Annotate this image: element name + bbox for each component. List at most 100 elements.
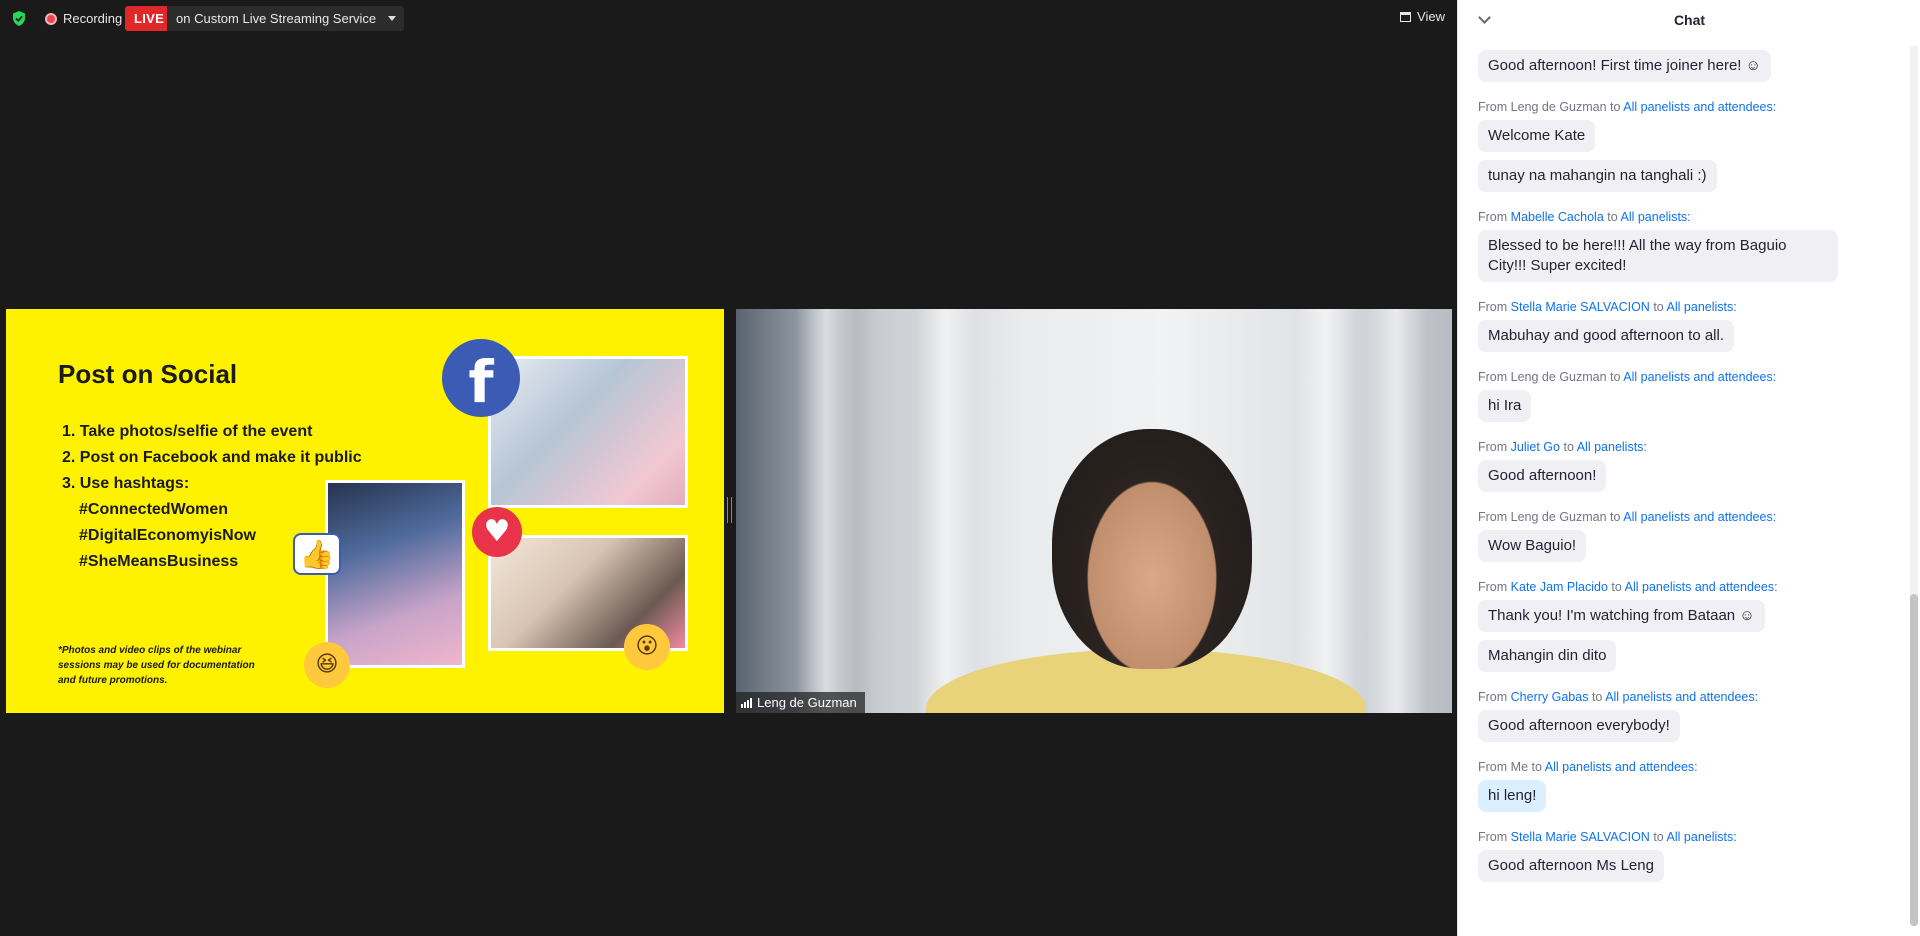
chat-message: Good afternoon! xyxy=(1478,460,1888,500)
recipient-name[interactable]: All panelists and attendees: xyxy=(1623,370,1776,384)
chat-message: hi leng! xyxy=(1478,780,1888,820)
from-word: From xyxy=(1478,300,1508,314)
meeting-topbar: Recording LIVE on Custom Live Streaming … xyxy=(0,0,1457,36)
laughing-emoji-icon: 😆 xyxy=(304,642,350,688)
recipient-name[interactable]: All panelists and attendees: xyxy=(1545,760,1698,774)
slide-title: Post on Social xyxy=(58,359,238,389)
recipient-name[interactable]: All panelists: xyxy=(1667,830,1737,844)
participant-video[interactable]: Leng de Guzman xyxy=(736,309,1452,713)
chat-bubble[interactable]: Mahangin din dito xyxy=(1478,640,1617,672)
sender-name[interactable]: Juliet Go xyxy=(1511,440,1560,454)
chat-bubble[interactable]: hi Ira xyxy=(1478,390,1532,422)
chat-sender-line: From Stella Marie SALVACION to All panel… xyxy=(1478,830,1888,844)
slide-note: *Photos and video clips of the webinar s… xyxy=(58,645,255,686)
from-word: From xyxy=(1478,760,1508,774)
recipient-name[interactable]: All panelists and attendees: xyxy=(1605,690,1758,704)
chat-bubble[interactable]: Good afternoon! First time joiner here! … xyxy=(1478,50,1771,82)
view-button[interactable]: View xyxy=(1400,9,1445,24)
from-word: From xyxy=(1478,100,1508,114)
chat-message: Mabuhay and good afternoon to all. xyxy=(1478,320,1888,360)
chat-message: Welcome Kate xyxy=(1478,120,1888,160)
recording-indicator[interactable]: Recording xyxy=(45,11,122,26)
chat-bubble[interactable]: Welcome Kate xyxy=(1478,120,1596,152)
chat-sender-line: From Me to All panelists and attendees: xyxy=(1478,760,1888,774)
to-word: to xyxy=(1531,760,1542,774)
sender-name: Leng de Guzman xyxy=(1510,100,1607,114)
chat-bubble[interactable]: Wow Baguio! xyxy=(1478,530,1587,562)
chat-sender-line: From Leng de Guzman to All panelists and… xyxy=(1478,100,1888,114)
chat-bubble[interactable]: tunay na mahangin na tanghali :) xyxy=(1478,160,1717,192)
sender-name: Leng de Guzman xyxy=(1510,370,1607,384)
recipient-name[interactable]: All panelists: xyxy=(1620,210,1690,224)
to-word: to xyxy=(1563,440,1574,454)
chat-sender-line: From Kate Jam Placido to All panelists a… xyxy=(1478,580,1888,594)
chat-bubble[interactable]: Good afternoon! xyxy=(1478,460,1607,492)
recipient-name[interactable]: All panelists and attendees: xyxy=(1623,100,1776,114)
chat-sender-line: From Juliet Go to All panelists: xyxy=(1478,440,1888,454)
chat-scrollbar-thumb[interactable] xyxy=(1910,594,1918,926)
chat-message: Good afternoon Ms Leng xyxy=(1478,850,1888,890)
recipient-name[interactable]: All panelists and attendees: xyxy=(1623,510,1776,524)
slide-item: 2. Post on Facebook and make it public xyxy=(62,449,362,466)
heart-icon: ♥ xyxy=(472,507,522,557)
live-service-dropdown[interactable]: on Custom Live Streaming Service xyxy=(167,6,405,31)
sender-name[interactable]: Stella Marie SALVACION xyxy=(1511,830,1650,844)
to-word: to xyxy=(1607,210,1618,224)
chat-message-list[interactable]: Good afternoon! First time joiner here! … xyxy=(1478,50,1888,890)
recipient-name[interactable]: All panelists: xyxy=(1667,300,1737,314)
signal-strength-icon xyxy=(741,697,752,708)
sender-name[interactable]: Stella Marie SALVACION xyxy=(1511,300,1650,314)
chat-message: Good afternoon! First time joiner here! … xyxy=(1478,50,1888,90)
chat-bubble[interactable]: Thank you! I'm watching from Bataan ☺ xyxy=(1478,600,1765,632)
zoom-webinar-window: Recording LIVE on Custom Live Streaming … xyxy=(0,0,1920,936)
chat-message: Mahangin din dito xyxy=(1478,640,1888,680)
wow-emoji-icon: 😮 xyxy=(624,624,670,670)
chat-message: hi Ira xyxy=(1478,390,1888,430)
from-word: From xyxy=(1478,580,1508,594)
chat-bubble[interactable]: Good afternoon everybody! xyxy=(1478,710,1680,742)
sender-name[interactable]: Cherry Gabas xyxy=(1511,690,1589,704)
chat-message: Wow Baguio! xyxy=(1478,530,1888,570)
from-word: From xyxy=(1478,440,1508,454)
caret-down-icon xyxy=(388,16,397,21)
participant-name: Leng de Guzman xyxy=(757,695,857,710)
view-grid-icon xyxy=(1400,11,1412,22)
curtain-fold xyxy=(1296,309,1356,713)
chat-sender-line: From Leng de Guzman to All panelists and… xyxy=(1478,510,1888,524)
slide-item: 3. Use hashtags: xyxy=(62,475,190,492)
record-dot-icon xyxy=(45,12,57,25)
meeting-area: Recording LIVE on Custom Live Streaming … xyxy=(0,0,1457,936)
curtain-fold xyxy=(796,309,856,713)
from-word: From xyxy=(1478,510,1508,524)
chat-bubble[interactable]: hi leng! xyxy=(1478,780,1547,812)
participant-name-tag: Leng de Guzman xyxy=(736,692,865,713)
to-word: to xyxy=(1591,690,1603,704)
chat-message: Good afternoon everybody! xyxy=(1478,710,1888,750)
to-word: to xyxy=(1653,300,1664,314)
recipient-name[interactable]: All panelists: xyxy=(1577,440,1647,454)
participant-head xyxy=(1052,429,1252,669)
shield-check-icon[interactable] xyxy=(12,11,26,26)
sender-name: Me xyxy=(1510,760,1529,774)
live-badge[interactable]: LIVE xyxy=(125,6,174,31)
chat-title: Chat xyxy=(1673,12,1706,28)
sender-name: Leng de Guzman xyxy=(1510,510,1607,524)
chat-bubble[interactable]: Good afternoon Ms Leng xyxy=(1478,850,1664,882)
from-word: From xyxy=(1478,830,1508,844)
chat-bubble[interactable]: Mabuhay and good afternoon to all. xyxy=(1478,320,1735,352)
sender-name[interactable]: Kate Jam Placido xyxy=(1511,580,1608,594)
from-word: From xyxy=(1478,690,1508,704)
sender-name[interactable]: Mabelle Cachola xyxy=(1511,210,1604,224)
slide-item: 1. Take photos/selfie of the event xyxy=(62,423,313,440)
chat-header: Chat xyxy=(1458,0,1920,40)
split-resize-handle[interactable] xyxy=(727,497,732,523)
to-word: to xyxy=(1611,580,1622,594)
selfie-photo xyxy=(325,480,465,668)
chat-message: tunay na mahangin na tanghali :) xyxy=(1478,160,1888,200)
chat-bubble[interactable]: Blessed to be here!!! All the way from B… xyxy=(1478,230,1838,282)
recipient-name[interactable]: All panelists and attendees: xyxy=(1625,580,1778,594)
to-word: to xyxy=(1653,830,1664,844)
chat-sender-line: From Cherry Gabas to All panelists and a… xyxy=(1478,690,1888,704)
thumbs-up-icon: 👍 xyxy=(293,533,341,575)
recording-label: Recording xyxy=(63,11,123,26)
